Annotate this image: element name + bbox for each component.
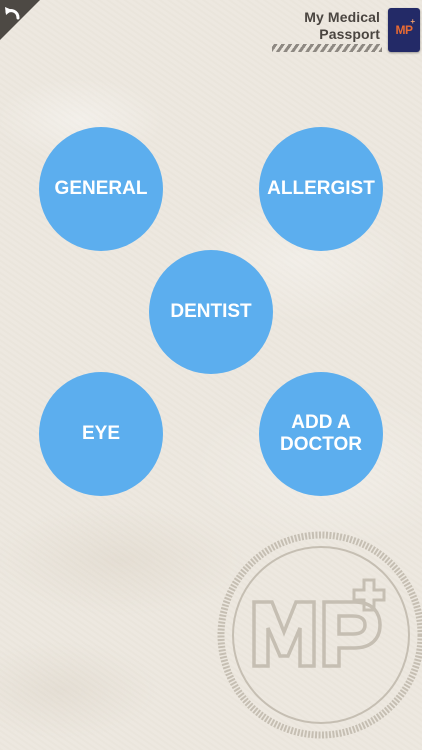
- undo-arrow-icon: [0, 0, 40, 40]
- app-title-line2: Passport: [319, 26, 380, 42]
- add-doctor-button-label: ADD A DOCTOR: [280, 412, 362, 455]
- app-title-line1: My Medical: [304, 9, 380, 25]
- general-button-label: GENERAL: [54, 178, 148, 199]
- back-button[interactable]: [0, 0, 40, 40]
- mp-logo: MP +: [388, 8, 420, 52]
- allergist-button-label: ALLERGIST: [267, 178, 375, 199]
- hazard-stripes-decoration: [272, 44, 382, 52]
- dentist-button-label: DENTIST: [170, 301, 252, 322]
- eye-button[interactable]: EYE: [39, 372, 163, 496]
- eye-button-label: EYE: [81, 423, 121, 444]
- app-title: My Medical Passport: [304, 9, 380, 43]
- app-brand-header: My Medical Passport MP +: [222, 0, 422, 56]
- general-button[interactable]: GENERAL: [39, 127, 163, 251]
- allergist-button[interactable]: ALLERGIST: [259, 127, 383, 251]
- dentist-button[interactable]: DENTIST: [149, 250, 273, 374]
- mp-stamp-watermark: MP: [217, 531, 422, 739]
- add-doctor-button[interactable]: ADD A DOCTOR: [259, 372, 383, 496]
- logo-plus: +: [410, 17, 415, 26]
